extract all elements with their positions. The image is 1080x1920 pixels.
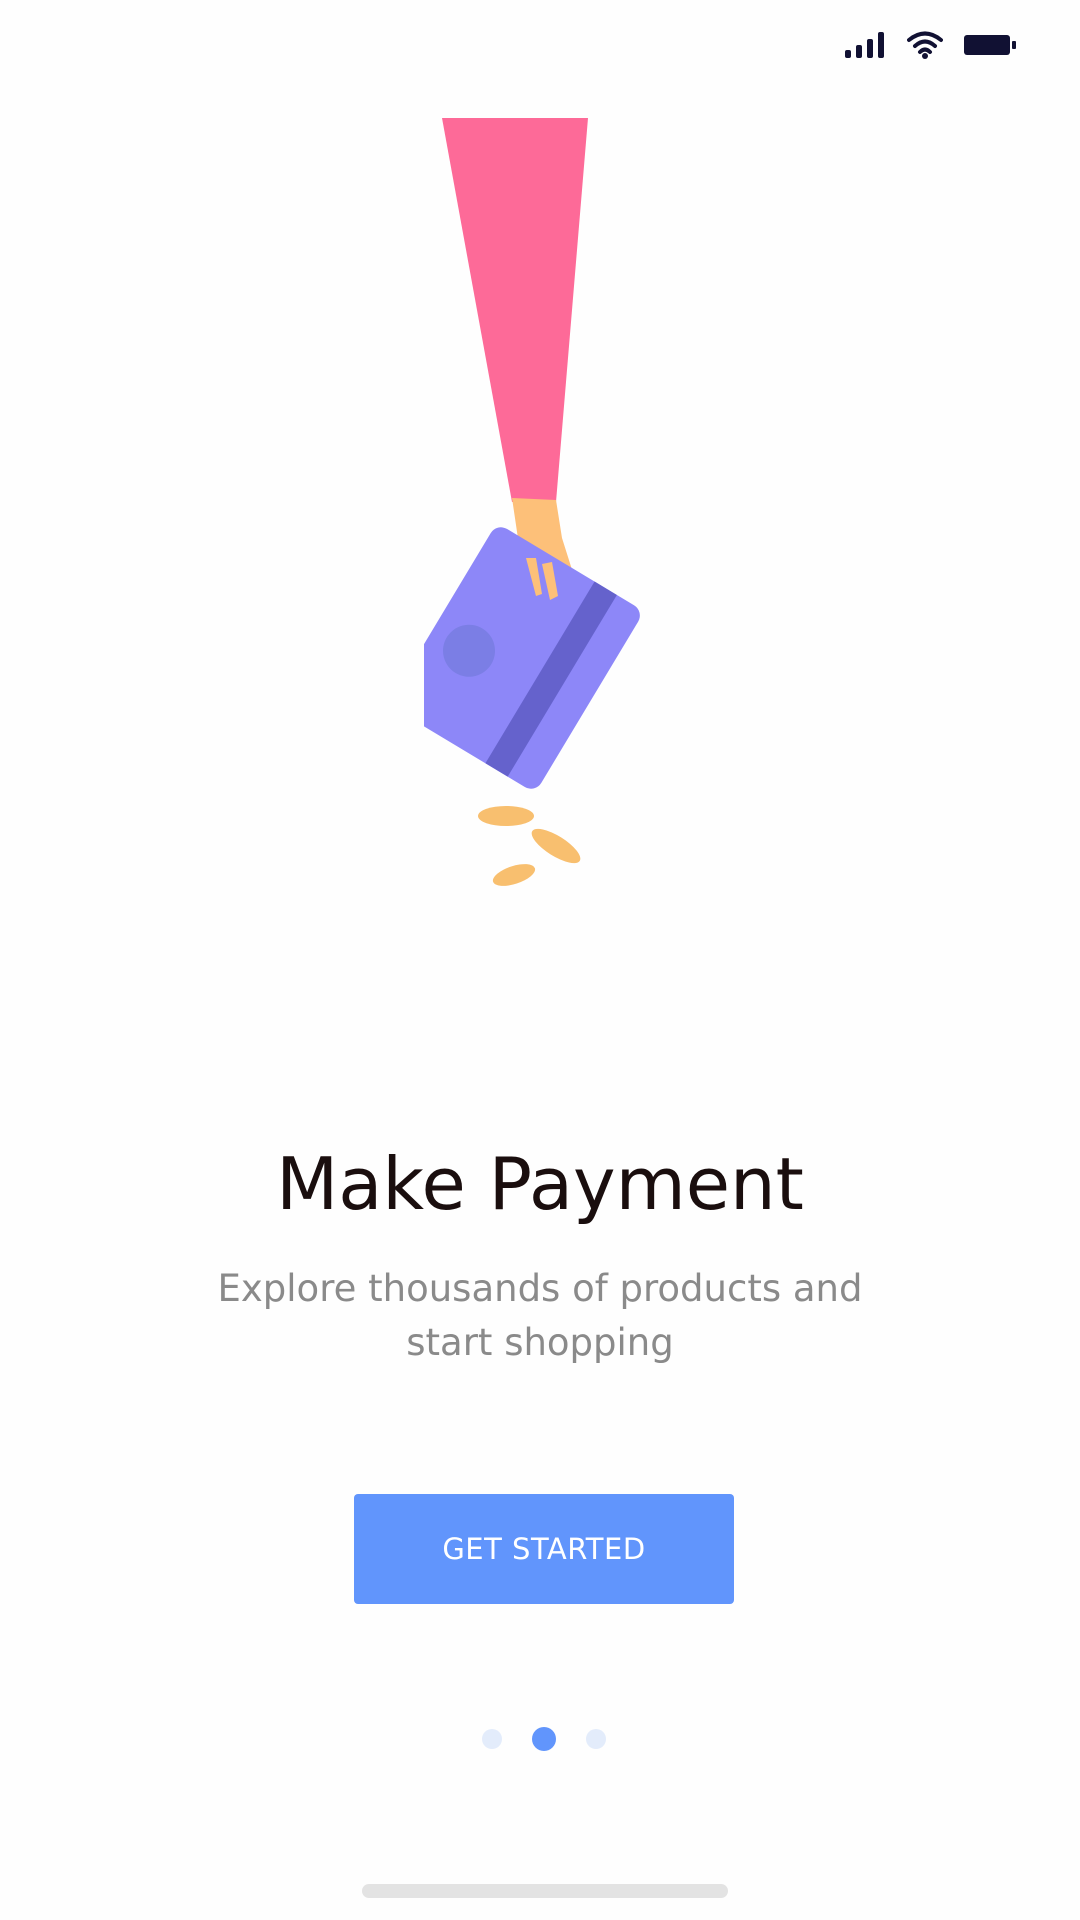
status-bar: [55, 24, 1035, 64]
page-subtitle: Explore thousands of products and start …: [217, 1267, 863, 1364]
page-dot[interactable]: [586, 1729, 606, 1749]
page-dot[interactable]: [482, 1729, 502, 1749]
signal-icon: [845, 32, 887, 58]
payment-illustration: [352, 118, 664, 910]
sleeve-shape: [442, 118, 588, 502]
wifi-icon: [907, 31, 943, 59]
page-indicator[interactable]: [476, 1727, 612, 1751]
status-icons: [845, 30, 1017, 60]
home-indicator[interactable]: [362, 1884, 728, 1898]
page-title: Make Payment: [276, 1142, 804, 1226]
get-started-button[interactable]: GET STARTED: [354, 1494, 734, 1604]
onboarding-screen: Make Payment Explore thousands of produc…: [0, 0, 1080, 1920]
page-dot-active[interactable]: [532, 1727, 556, 1751]
coin-shape: [531, 828, 581, 864]
battery-icon: [963, 33, 1017, 57]
payment-card-illustration: [392, 118, 646, 893]
coin-shape: [478, 806, 534, 826]
coin-shape: [492, 864, 536, 886]
